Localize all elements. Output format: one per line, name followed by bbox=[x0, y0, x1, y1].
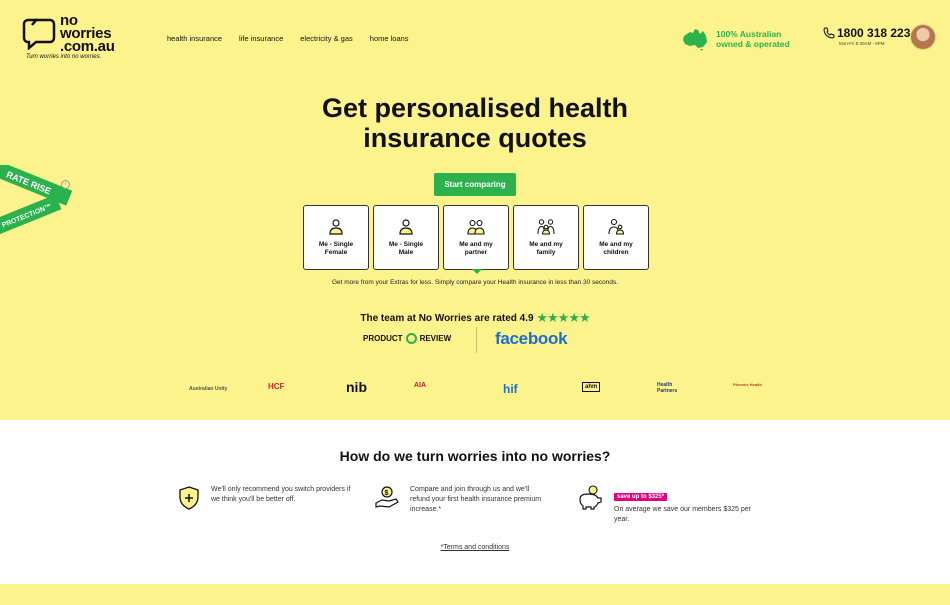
aus-line-2: owned & operated bbox=[716, 39, 790, 49]
australia-map-icon bbox=[683, 29, 707, 51]
card-label-line-1: Me and my bbox=[599, 241, 633, 248]
nav-health-insurance[interactable]: health insurance bbox=[167, 34, 222, 43]
nav-electricity-gas[interactable]: electricity & gas bbox=[300, 34, 353, 43]
card-label-line-2: Male bbox=[398, 249, 414, 256]
fund-hcf: HCF bbox=[268, 382, 285, 391]
rating-stars: ★★★★★ bbox=[536, 310, 590, 325]
phone-icon bbox=[823, 27, 835, 39]
feature-text: On average we save our members $325 per … bbox=[614, 506, 751, 523]
divider bbox=[476, 327, 477, 353]
single-female-icon bbox=[329, 219, 343, 235]
avatar bbox=[910, 24, 936, 50]
feature-savings: save up to $325* On average we save our … bbox=[576, 485, 766, 525]
family-icon bbox=[537, 219, 555, 235]
feature-text: Compare and join through us and we'll re… bbox=[410, 486, 542, 513]
cover-type-options: Me - Single Female Me - Single Male Me and… bbox=[303, 205, 649, 274]
fund-hif: hif bbox=[503, 382, 518, 396]
card-label-line-2: family bbox=[536, 249, 556, 256]
fund-health-partners: Health Partners bbox=[657, 382, 678, 394]
card-label-line-1: Me and my bbox=[459, 241, 493, 248]
rate-rise-protection-ribbon[interactable]: RATE RISE PROTECTION™ bbox=[0, 165, 86, 235]
nav-life-insurance[interactable]: life insurance bbox=[239, 34, 283, 43]
productreview-icon bbox=[405, 333, 417, 344]
start-comparing-button[interactable]: Start comparing bbox=[434, 173, 516, 196]
productreview-left: PRODUCT bbox=[363, 334, 403, 343]
piggy-bank-icon bbox=[579, 485, 602, 510]
logo[interactable]: no worries .com.au Turn worries into no … bbox=[22, 13, 132, 64]
main-nav: health insurance life insurance electric… bbox=[167, 34, 409, 43]
card-label-line-1: Me - Single bbox=[388, 241, 424, 248]
info-icon[interactable]: i bbox=[61, 180, 70, 189]
phone-hours: Mon-Fri 8:30AM - 6PM bbox=[839, 41, 885, 46]
rated-text: The team at No Worries are rated 4.9 bbox=[360, 313, 534, 324]
money-hand-icon: $ bbox=[375, 486, 399, 508]
logo-line-3: .com.au bbox=[60, 38, 115, 55]
aus-line-1: 100% Australian bbox=[716, 29, 782, 39]
feature-recommend: We'll only recommend you switch provider… bbox=[177, 485, 357, 511]
footer-band bbox=[0, 584, 950, 605]
card-label-line-1: Me - Single bbox=[318, 241, 354, 248]
card-label-line-1: Me and my bbox=[529, 241, 563, 248]
page-title: Get personalised health insurance quotes bbox=[0, 93, 950, 153]
tagline: Turn worries into no worries. bbox=[26, 54, 102, 60]
facebook-logo[interactable]: facebook bbox=[495, 329, 568, 349]
card-label-line-2: children bbox=[603, 249, 629, 256]
svg-text:$: $ bbox=[385, 490, 389, 497]
fund-logos: Australian Unity HCF nib AIA hif ahm Hea… bbox=[0, 379, 950, 402]
terms-link[interactable]: *Terms and conditions bbox=[441, 544, 510, 551]
title-line-2: insurance quotes bbox=[363, 123, 587, 153]
couple-icon bbox=[467, 219, 485, 235]
option-children[interactable]: Me and my children bbox=[583, 205, 649, 270]
productreview-logo[interactable]: PRODUCT REVIEW bbox=[363, 333, 451, 344]
shield-plus-icon bbox=[179, 486, 199, 510]
fund-australian-unity: Australian Unity bbox=[189, 386, 228, 392]
australian-owned-badge: 100% Australian owned & operated bbox=[681, 27, 790, 51]
productreview-right: REVIEW bbox=[419, 334, 452, 343]
feature-refund: $ Compare and join through us and we'll … bbox=[374, 485, 554, 515]
terms-conditions: *Terms and conditions bbox=[0, 544, 950, 551]
parent-child-icon bbox=[608, 218, 625, 235]
option-single-male[interactable]: Me - Single Male bbox=[373, 205, 439, 270]
fund-nib: nib bbox=[346, 379, 367, 395]
savings-badge: save up to $325* bbox=[614, 493, 668, 501]
option-single-female[interactable]: Me - Single Female bbox=[303, 205, 369, 270]
fund-aia: AIA bbox=[414, 382, 427, 389]
how-section-title: How do we turn worries into no worries? bbox=[339, 448, 611, 464]
phone-number[interactable]: 1800 318 223 bbox=[837, 26, 910, 40]
fund-phoenix-health: Phoenix Health bbox=[733, 382, 762, 387]
logo-speech-icon bbox=[22, 18, 56, 50]
hero-subtext: Get more from your Extras for less. Simp… bbox=[331, 279, 619, 286]
title-line-1: Get personalised health bbox=[321, 93, 629, 123]
single-male-icon bbox=[399, 219, 413, 235]
option-family[interactable]: Me and my family bbox=[513, 205, 579, 270]
card-label-line-2: Female bbox=[324, 249, 348, 256]
option-partner[interactable]: Me and my partner bbox=[443, 205, 509, 274]
card-label-line-2: partner bbox=[464, 249, 488, 256]
feature-text: We'll only recommend you switch provider… bbox=[211, 486, 351, 503]
phone-contact[interactable]: 1800 318 223 Mon-Fri 8:30AM - 6PM bbox=[823, 26, 910, 46]
nav-home-loans[interactable]: home loans bbox=[370, 34, 409, 43]
rating-line: The team at No Worries are rated 4.9 ★★★… bbox=[0, 310, 950, 326]
fund-ahm: ahm bbox=[582, 382, 601, 392]
